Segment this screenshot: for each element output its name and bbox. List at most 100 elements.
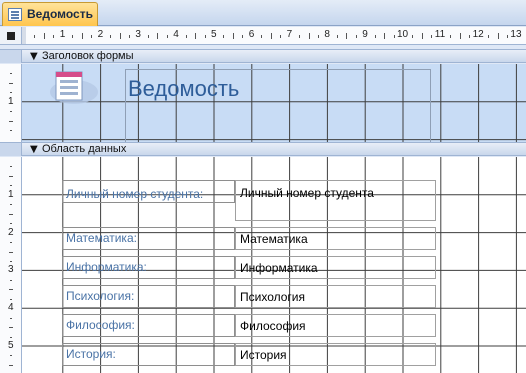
ruler-tick	[232, 33, 234, 39]
ruler-tick	[10, 204, 12, 206]
ruler-tick	[10, 279, 12, 281]
ruler-tick	[223, 35, 225, 38]
ruler-tick	[91, 35, 93, 38]
ruler-number: 1	[8, 95, 14, 107]
ruler-tick	[317, 35, 319, 38]
detail-section-bar[interactable]: ▼ Область данных	[22, 142, 526, 156]
ruler-tick	[9, 82, 13, 84]
detail-area[interactable]: Личный номер студента: Личный номер студ…	[22, 157, 526, 373]
field-label-informatics[interactable]: Информатика:	[66, 260, 147, 274]
field-informatics[interactable]: Информатика	[235, 256, 436, 279]
ruler-number: 2	[97, 29, 104, 40]
ruler-tick	[488, 35, 490, 38]
ruler-tick	[128, 35, 130, 38]
ruler-tick	[10, 92, 12, 94]
ruler-number: 12	[472, 29, 484, 40]
document-tab-bar: Ведомость	[0, 0, 526, 26]
ruler-number: 2	[8, 226, 14, 238]
field-history-value: История	[240, 348, 287, 362]
ruler-tick	[497, 33, 499, 39]
horizontal-ruler[interactable]: 1 2 3 4 5 6 7 8 9 10 11 12 13	[22, 27, 526, 45]
ruler-tick	[450, 35, 452, 38]
ruler-tick	[10, 298, 12, 300]
form-logo-icon[interactable]	[46, 68, 98, 108]
field-psychology-value: Психология	[240, 290, 305, 304]
field-student-id[interactable]: Личный номер студента	[235, 180, 436, 221]
ruler-tick	[9, 120, 13, 122]
ruler-tick	[110, 35, 112, 38]
ruler-number: 1	[59, 29, 66, 40]
vertical-ruler-detail[interactable]: 1 2 3 4 5	[0, 157, 22, 373]
ruler-tick	[157, 33, 159, 39]
ruler-number: 10	[397, 29, 409, 40]
ruler-number: 1	[8, 188, 14, 200]
ruler-tick	[10, 130, 12, 132]
ruler-tick	[9, 364, 13, 366]
detail-section-label: Область данных	[42, 143, 127, 155]
ruler-tick	[10, 73, 12, 75]
field-psychology[interactable]: Психология	[235, 285, 436, 308]
collapse-arrow-icon: ▼	[30, 51, 38, 62]
form-header-area[interactable]: Ведомость	[22, 64, 526, 142]
ruler-tick	[9, 251, 13, 253]
document-tab-vedomost[interactable]: Ведомость	[2, 2, 98, 26]
ruler-tick	[384, 33, 386, 39]
field-label-psychology[interactable]: Психология:	[66, 289, 134, 303]
vertical-ruler-header[interactable]: 1	[0, 64, 22, 142]
ruler-tick	[355, 35, 357, 38]
ruler-number: 9	[362, 29, 368, 40]
form-selector[interactable]	[0, 27, 22, 45]
ruler-number: 4	[8, 302, 14, 314]
form-icon	[8, 8, 22, 21]
ruler-tick	[299, 35, 301, 38]
ruler-margin	[22, 27, 26, 44]
field-label-math[interactable]: Математика:	[66, 231, 137, 245]
ruler-tick	[43, 33, 45, 39]
ruler-tick	[53, 35, 55, 38]
ruler-tick	[195, 33, 197, 39]
header-section-selector[interactable]	[0, 49, 22, 63]
ruler-tick	[34, 35, 36, 38]
field-philosophy[interactable]: Философия	[235, 314, 436, 337]
ruler-tick	[119, 33, 121, 39]
ruler-tick	[166, 35, 168, 38]
collapse-arrow-icon: ▼	[30, 144, 38, 155]
field-label-student-id[interactable]: Личный номер студента:	[66, 187, 203, 201]
ruler-tick	[10, 166, 12, 168]
ruler-tick	[412, 35, 414, 38]
header-section-bar[interactable]: ▼ Заголовок формы	[22, 49, 526, 63]
field-label-philosophy[interactable]: Философия:	[66, 318, 135, 332]
ruler-tick	[346, 33, 348, 39]
ruler-tick	[421, 33, 423, 39]
ruler-tick	[9, 289, 13, 291]
ruler-tick	[185, 35, 187, 38]
ruler-number: 13	[510, 29, 522, 40]
ruler-tick	[81, 33, 83, 39]
field-informatics-value: Информатика	[240, 261, 318, 275]
ruler-tick	[10, 317, 12, 319]
field-history[interactable]: История	[235, 343, 436, 366]
ruler-tick	[280, 35, 282, 38]
ruler-tick	[459, 33, 461, 39]
field-label-history[interactable]: История:	[66, 347, 116, 361]
ruler-number: 3	[135, 29, 141, 40]
ruler-number: 4	[173, 29, 179, 40]
ruler-tick	[10, 260, 12, 262]
field-math[interactable]: Математика	[235, 227, 436, 250]
ruler-tick	[336, 35, 338, 38]
document-tab-label: Ведомость	[27, 7, 93, 21]
ruler-tick	[393, 35, 395, 38]
ruler-tick	[10, 185, 12, 187]
detail-section-selector[interactable]	[0, 142, 22, 156]
ruler-tick	[10, 242, 12, 244]
form-selector-box	[7, 32, 15, 40]
ruler-tick	[9, 213, 13, 215]
ruler-tick	[10, 223, 12, 225]
ruler-number: 11	[434, 29, 446, 40]
ruler-number: 3	[8, 264, 14, 276]
ruler-number: 5	[8, 340, 14, 351]
field-student-id-value: Личный номер студента	[240, 186, 374, 200]
ruler-tick	[308, 33, 310, 39]
ruler-tick	[242, 35, 244, 38]
form-title[interactable]: Ведомость	[128, 76, 239, 102]
